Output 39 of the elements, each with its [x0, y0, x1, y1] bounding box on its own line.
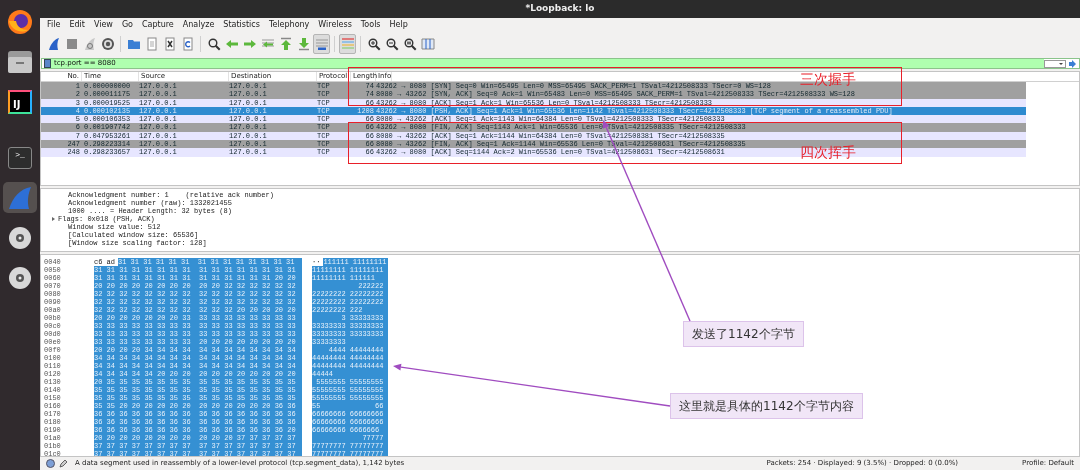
zoom-reset-icon — [402, 37, 417, 51]
callout: 这里就是具体的1142个字节内容 — [670, 393, 863, 420]
gear-icon — [100, 37, 115, 51]
color-lines-icon — [340, 37, 355, 51]
reload-icon — [180, 37, 195, 51]
columns-icon — [420, 37, 435, 51]
autoscroll-icon — [314, 37, 329, 51]
menu-item[interactable]: Capture — [141, 18, 174, 31]
fin-icon[interactable] — [3, 182, 37, 213]
autoscroll-button[interactable] — [313, 34, 330, 54]
menu-item[interactable]: Tools — [360, 18, 381, 31]
window-title: *Loopback: lo — [40, 0, 1080, 18]
close-icon — [162, 37, 177, 51]
stop-icon — [64, 37, 79, 51]
document-icon — [144, 37, 159, 51]
menu-item[interactable]: View — [93, 18, 113, 31]
menu-item[interactable]: File — [47, 18, 61, 31]
menu-item[interactable]: Go — [121, 18, 133, 31]
search-icon — [206, 37, 221, 51]
arrow-down-icon — [296, 37, 311, 51]
menu-item[interactable]: Statistics — [223, 18, 260, 31]
fin-icon — [46, 37, 61, 51]
zoom-out-icon — [384, 37, 399, 51]
callout: 发送了1142个字节 — [683, 321, 804, 348]
menu-item[interactable]: Wireless — [318, 18, 352, 31]
folder-icon — [126, 37, 141, 51]
menu-item[interactable]: Analyze — [182, 18, 215, 31]
pen-icon[interactable] — [59, 459, 68, 468]
arrow-up-icon — [278, 37, 293, 51]
menu-item[interactable]: Edit — [69, 18, 85, 31]
arrow-left-icon — [224, 37, 239, 51]
arrow-right-icon — [242, 37, 257, 51]
menu-item[interactable]: Help — [389, 18, 408, 31]
status-ball-icon[interactable] — [46, 459, 55, 468]
expand-arrow-icon[interactable] — [52, 217, 55, 221]
restart-icon — [82, 37, 97, 51]
color-lines-button[interactable] — [339, 34, 356, 54]
zoom-in-icon — [366, 37, 381, 51]
menu-item[interactable]: Telephony — [268, 18, 310, 31]
